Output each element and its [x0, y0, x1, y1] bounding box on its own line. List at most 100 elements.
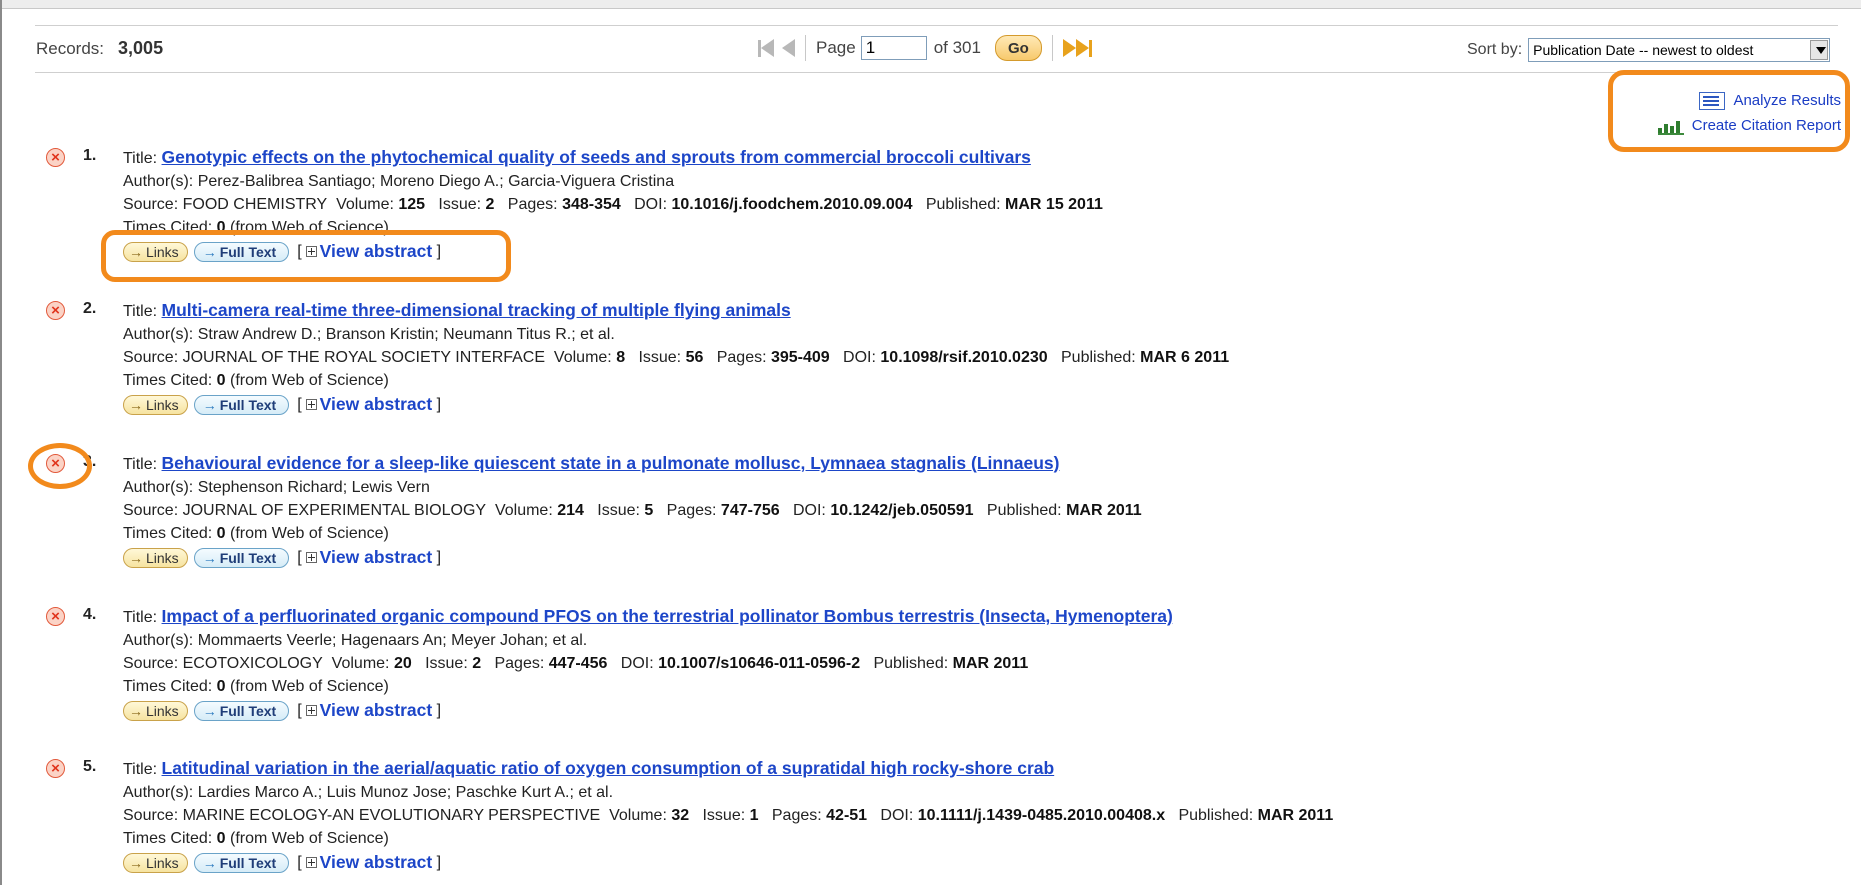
page-number-input[interactable]	[860, 36, 927, 60]
source-value: FOOD CHEMISTRY	[182, 196, 328, 213]
record-source: Source: JOURNAL OF THE ROYAL SOCIETY INT…	[123, 349, 1229, 367]
record-actions: → Links → Full Text[View abstract ]	[123, 394, 441, 415]
record-title-line: Title: Genotypic effects on the phytoche…	[123, 147, 1031, 168]
previous-page-icon[interactable]	[782, 39, 795, 57]
times-cited-source: (from Web of Science)	[230, 830, 389, 847]
record-title-link[interactable]: Impact of a perfluorinated organic compo…	[162, 606, 1173, 626]
record-number: 2.	[83, 300, 97, 317]
published-label: Published:	[925, 196, 1001, 213]
published-value: MAR 6 2011	[1140, 349, 1230, 366]
links-label: Links	[146, 549, 179, 566]
record-source: Source: ECOTOXICOLOGY Volume: 20 Issue: …	[123, 655, 1028, 673]
pager-separator	[805, 35, 806, 61]
expand-plus-icon[interactable]	[305, 552, 317, 563]
view-abstract-link[interactable]: View abstract	[320, 700, 433, 721]
title-label: Title:	[123, 609, 158, 626]
authors-label: Author(s):	[123, 326, 194, 343]
arrow-right-icon: →	[129, 702, 143, 719]
record-number: 1.	[83, 147, 97, 164]
records-count: Records: 3,005	[36, 38, 163, 59]
volume-value: 214	[557, 502, 584, 519]
record-source: Source: JOURNAL OF EXPERIMENTAL BIOLOGY …	[123, 502, 1142, 520]
links-label: Links	[146, 702, 179, 719]
view-abstract-link[interactable]: View abstract	[320, 852, 433, 873]
links-button[interactable]: → Links	[123, 394, 188, 415]
record-title-link[interactable]: Multi-camera real-time three-dimensional…	[162, 300, 791, 320]
source-label: Source:	[123, 807, 179, 824]
next-page-icon[interactable]	[1062, 39, 1076, 57]
view-abstract-toggle: [View abstract ]	[297, 852, 441, 873]
times-cited-value: 0	[216, 678, 226, 695]
record-source: Source: FOOD CHEMISTRY Volume: 125 Issue…	[123, 196, 1103, 214]
authors-value: Mommaerts Veerle; Hagenaars An; Meyer Jo…	[197, 632, 588, 649]
volume-label: Volume:	[494, 502, 553, 519]
doi-value: 10.1007/s10646-011-0596-2	[658, 655, 861, 672]
remove-record-icon[interactable]: ×	[46, 148, 65, 167]
volume-value: 20	[393, 655, 412, 672]
remove-record-icon[interactable]: ×	[46, 607, 65, 626]
expand-plus-icon[interactable]	[305, 857, 317, 868]
remove-record-icon[interactable]: ×	[46, 759, 65, 778]
sort-select[interactable]: Publication Date -- newest to oldest	[1528, 38, 1831, 62]
pagination: Page of 301 Go	[758, 33, 1092, 63]
doi-value: 10.1098/rsif.2010.0230	[880, 349, 1048, 366]
pages-value: 395-409	[770, 349, 830, 366]
published-label: Published:	[873, 655, 949, 672]
last-page-icon[interactable]	[1075, 39, 1092, 57]
source-value: ECOTOXICOLOGY	[182, 655, 323, 672]
view-abstract-link[interactable]: View abstract	[320, 394, 433, 415]
times-cited-label: Times Cited:	[123, 525, 213, 542]
source-label: Source:	[123, 196, 179, 213]
title-label: Title:	[123, 456, 158, 473]
record-number: 4.	[83, 606, 97, 623]
volume-value: 32	[671, 807, 690, 824]
bracket-open: [	[297, 701, 302, 719]
volume-value: 125	[398, 196, 426, 213]
record-times-cited: Times Cited: 0 (from Web of Science)	[123, 678, 389, 696]
links-label: Links	[146, 396, 179, 413]
first-page-icon[interactable]	[758, 39, 774, 57]
record-title-link[interactable]: Latitudinal variation in the aerial/aqua…	[162, 758, 1055, 778]
remove-record-icon[interactable]: ×	[46, 301, 65, 320]
times-cited-source: (from Web of Science)	[230, 678, 389, 695]
times-cited-label: Times Cited:	[123, 830, 213, 847]
full-text-button[interactable]: → Full Text	[193, 394, 290, 415]
go-button[interactable]: Go	[994, 35, 1042, 61]
full-text-label: Full Text	[219, 549, 277, 566]
published-label: Published:	[1178, 807, 1254, 824]
bracket-open: [	[297, 395, 302, 413]
authors-label: Author(s):	[123, 784, 194, 801]
source-value: JOURNAL OF THE ROYAL SOCIETY INTERFACE	[182, 349, 546, 366]
full-text-button[interactable]: → Full Text	[193, 547, 290, 568]
record-title-link[interactable]: Genotypic effects on the phytochemical q…	[162, 147, 1031, 167]
links-button[interactable]: → Links	[123, 700, 188, 721]
doi-value: 10.1016/j.foodchem.2010.09.004	[671, 196, 913, 213]
window-top-edge	[0, 0, 1861, 9]
doi-label: DOI:	[620, 655, 654, 672]
record-actions: → Links → Full Text[View abstract ]	[123, 700, 441, 721]
full-text-button[interactable]: → Full Text	[193, 700, 290, 721]
record-authors: Author(s): Lardies Marco A.; Luis Munoz …	[123, 784, 613, 802]
pages-label: Pages:	[507, 196, 558, 213]
top-divider	[35, 25, 1838, 26]
times-cited-label: Times Cited:	[123, 372, 213, 389]
record-times-cited: Times Cited: 0 (from Web of Science)	[123, 830, 389, 848]
pages-label: Pages:	[494, 655, 545, 672]
record-authors: Author(s): Mommaerts Veerle; Hagenaars A…	[123, 632, 587, 650]
view-abstract-link[interactable]: View abstract	[320, 547, 433, 568]
chevron-down-icon[interactable]	[1810, 40, 1829, 60]
expand-plus-icon[interactable]	[305, 705, 317, 716]
links-button[interactable]: → Links	[123, 852, 188, 873]
issue-label: Issue:	[425, 655, 468, 672]
source-label: Source:	[123, 502, 179, 519]
bracket-close: ]	[436, 548, 442, 566]
doi-label: DOI:	[880, 807, 914, 824]
links-button[interactable]: → Links	[123, 547, 188, 568]
authors-value: Lardies Marco A.; Luis Munoz Jose; Pasch…	[197, 784, 614, 801]
source-value: MARINE ECOLOGY-AN EVOLUTIONARY PERSPECTI…	[182, 807, 601, 824]
expand-plus-icon[interactable]	[305, 399, 317, 410]
record-title-line: Title: Impact of a perfluorinated organi…	[123, 606, 1173, 627]
title-label: Title:	[123, 761, 158, 778]
record-title-link[interactable]: Behavioural evidence for a sleep-like qu…	[162, 453, 1060, 473]
full-text-button[interactable]: → Full Text	[193, 852, 290, 873]
